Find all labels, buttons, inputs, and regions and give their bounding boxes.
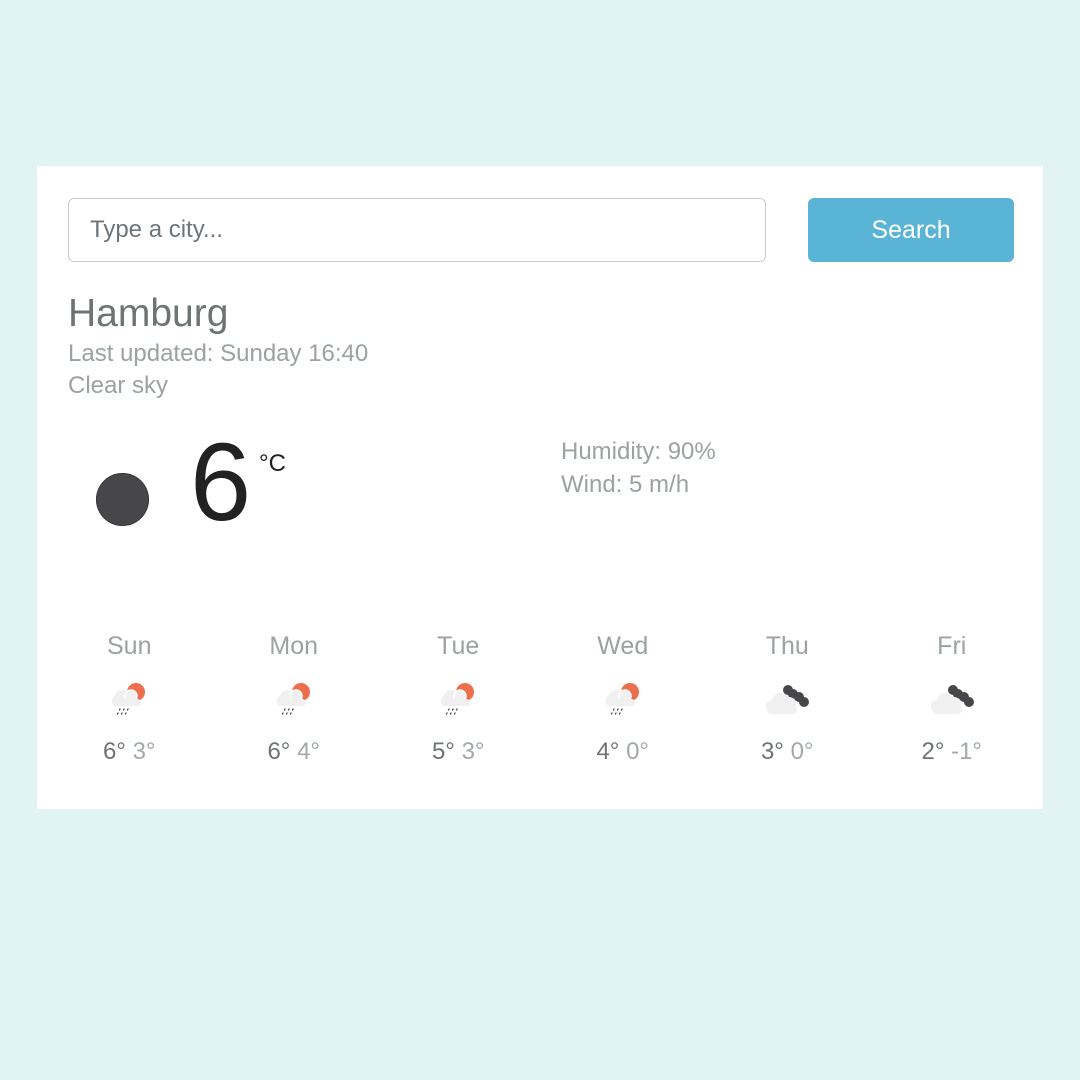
broken-clouds-icon xyxy=(705,672,870,728)
humidity: Humidity: 90% xyxy=(561,438,716,465)
forecast-day: Tue 5° 3° xyxy=(376,632,541,766)
weather-card: Search Hamburg Last updated: Sunday 16:4… xyxy=(37,166,1043,809)
forecast-temps: 4° 0° xyxy=(541,738,706,766)
forecast-max: 6° xyxy=(267,738,291,765)
forecast-min: 0° xyxy=(626,738,650,765)
forecast-day: Thu 3° 0° xyxy=(705,632,870,766)
forecast-min: 3° xyxy=(461,738,485,765)
forecast-day-name: Sun xyxy=(107,632,152,660)
forecast-day-name: Thu xyxy=(765,632,809,660)
forecast-min: 4° xyxy=(297,738,321,765)
forecast-max: 4° xyxy=(596,738,620,765)
forecast-temps: 6° 3° xyxy=(47,738,212,766)
forecast-max: 5° xyxy=(431,738,455,765)
temperature-unit[interactable]: °C xyxy=(259,450,286,478)
weather-description: Clear sky xyxy=(68,372,169,399)
forecast-temps: 6° 4° xyxy=(212,738,377,766)
rain-sun-icon xyxy=(212,672,377,728)
forecast-min: -1° xyxy=(951,738,983,765)
forecast: Sun 6° 3° Mon 6° 4° Tue 5° 3° Wed 4° 0° Thu … xyxy=(47,632,1034,766)
search-button[interactable]: Search xyxy=(808,198,1014,262)
forecast-day-name: Mon xyxy=(269,632,319,660)
forecast-temps: 5° 3° xyxy=(376,738,541,766)
rain-sun-icon xyxy=(47,672,212,728)
forecast-day: Wed 4° 0° xyxy=(541,632,706,766)
broken-clouds-icon xyxy=(870,672,1035,728)
current-temperature: 6 xyxy=(190,421,252,544)
forecast-temps: 3° 0° xyxy=(705,738,870,766)
rain-sun-icon xyxy=(541,672,706,728)
moon-clear-night-icon xyxy=(96,473,149,526)
forecast-day: Fri 2° -1° xyxy=(870,632,1035,766)
forecast-day: Mon 6° 4° xyxy=(212,632,377,766)
forecast-temps: 2° -1° xyxy=(870,738,1035,766)
forecast-min: 3° xyxy=(132,738,156,765)
forecast-day: Sun 6° 3° xyxy=(47,632,212,766)
city-search-input[interactable] xyxy=(68,198,766,262)
rain-sun-icon xyxy=(376,672,541,728)
wind: Wind: 5 m/h xyxy=(561,471,690,498)
forecast-day-name: Fri xyxy=(937,632,967,660)
last-updated: Last updated: Sunday 16:40 xyxy=(68,340,369,367)
forecast-min: 0° xyxy=(790,738,814,765)
city-name: Hamburg xyxy=(68,292,229,335)
forecast-day-name: Tue xyxy=(437,632,480,660)
forecast-day-name: Wed xyxy=(597,632,649,660)
forecast-max: 2° xyxy=(921,738,945,765)
forecast-max: 6° xyxy=(102,738,126,765)
forecast-max: 3° xyxy=(760,738,784,765)
